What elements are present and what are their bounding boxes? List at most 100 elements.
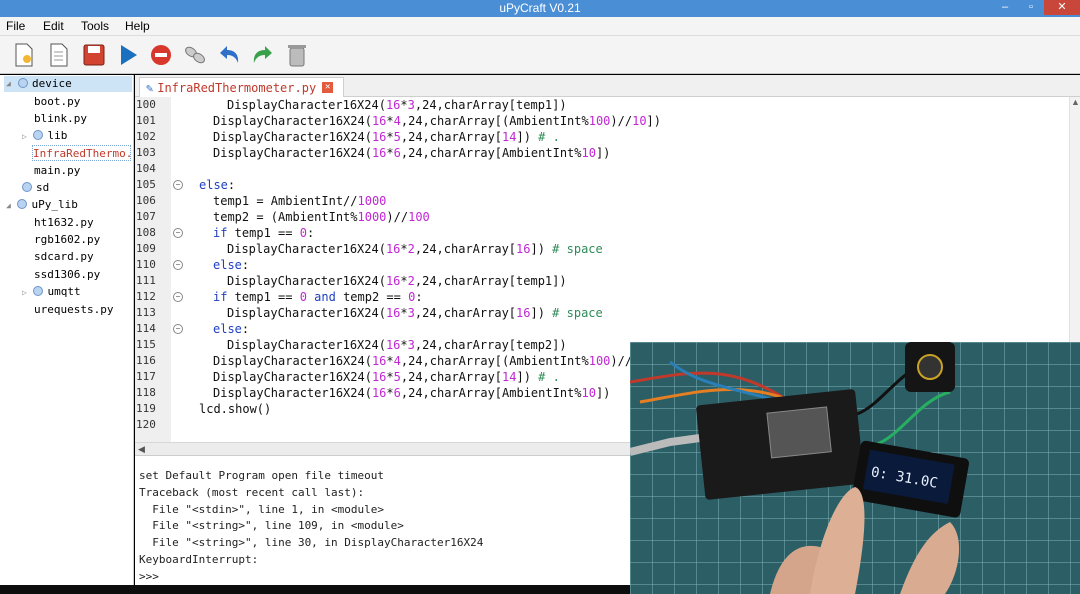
tree-item-device[interactable]: ◢ device bbox=[4, 76, 132, 92]
fold-icon[interactable]: − bbox=[173, 324, 183, 334]
scroll-up-icon[interactable]: ▲ bbox=[1071, 97, 1080, 107]
console-line: File "<string>", line 109, in <module> bbox=[139, 519, 404, 532]
python-file-icon: ✎ bbox=[146, 80, 154, 95]
folder-icon bbox=[33, 286, 44, 296]
code-line: 108− if temp1 == 0: bbox=[136, 226, 315, 240]
window-title: uPyCraft V0.21 bbox=[499, 1, 581, 15]
tab-infrared-thermometer[interactable]: ✎ InfraRedThermometer.py ✕ bbox=[139, 77, 344, 97]
maximize-button[interactable]: ▫ bbox=[1018, 0, 1044, 15]
hardware-photo: 0: 31.0C bbox=[630, 342, 1080, 594]
save-icon[interactable] bbox=[81, 42, 107, 68]
fold-icon[interactable]: − bbox=[173, 228, 183, 238]
tree-item-sdcard[interactable]: sdcard.py bbox=[34, 249, 94, 265]
line-number: 106 bbox=[136, 194, 156, 207]
new-file-icon[interactable] bbox=[11, 42, 37, 68]
folder-icon bbox=[33, 130, 44, 140]
menu-file[interactable]: File bbox=[6, 19, 25, 33]
fold-icon[interactable]: − bbox=[173, 260, 183, 270]
console-line: set Default Program open file timeout bbox=[139, 469, 385, 482]
tree-label: umqtt bbox=[47, 285, 81, 298]
minimize-button[interactable]: – bbox=[992, 0, 1018, 15]
taskbar bbox=[0, 585, 630, 594]
tree-item-sd[interactable]: sd bbox=[22, 180, 49, 196]
line-number: 112 bbox=[136, 290, 156, 303]
menu-bar: File Edit Tools Help bbox=[0, 17, 1080, 36]
line-number: 111 bbox=[136, 274, 156, 287]
editor-horizontal-scrollbar[interactable]: ◀ bbox=[135, 442, 630, 455]
tree-item-main[interactable]: main.py bbox=[34, 163, 80, 179]
line-number: 114 bbox=[136, 322, 156, 335]
code-line: 109 DisplayCharacter16X24(16*2,24,charArr… bbox=[136, 242, 603, 256]
tree-item-ssd1306[interactable]: ssd1306.py bbox=[34, 267, 100, 283]
line-number: 118 bbox=[136, 386, 156, 399]
title-bar: uPyCraft V0.21 – ▫ ✕ bbox=[0, 0, 1080, 17]
code-line: 104 bbox=[135, 161, 1080, 177]
folder-icon bbox=[18, 78, 28, 88]
menu-help[interactable]: Help bbox=[125, 19, 150, 33]
tree-item-boot[interactable]: boot.py bbox=[34, 94, 80, 110]
file-tree: ◢ device boot.py blink.py ▷ lib InfraRed… bbox=[0, 75, 134, 585]
tree-item-upy-lib[interactable]: ◢ uPy_lib bbox=[6, 197, 78, 213]
code-line: 113 DisplayCharacter16X24(16*3,24,charArr… bbox=[136, 306, 603, 320]
tree-label: device bbox=[32, 77, 72, 90]
tree-item-ht1632[interactable]: ht1632.py bbox=[34, 215, 94, 231]
video-overlay: 0: 31.0C bbox=[630, 342, 1080, 594]
console-prompt[interactable]: >>> bbox=[139, 569, 166, 585]
code-line: 112− if temp1 == 0 and temp2 == 0: bbox=[136, 290, 423, 304]
line-number: 113 bbox=[136, 306, 156, 319]
console-line: KeyboardInterrupt: bbox=[139, 553, 259, 566]
line-number: 109 bbox=[136, 242, 156, 255]
tree-item-urequests[interactable]: urequests.py bbox=[34, 302, 113, 318]
code-line: 103 DisplayCharacter16X24(16*6,24,charArr… bbox=[136, 146, 611, 160]
collapsed-arrow-icon[interactable]: ▷ bbox=[22, 132, 27, 141]
open-file-icon[interactable] bbox=[46, 42, 72, 68]
undo-icon[interactable] bbox=[216, 42, 242, 68]
fold-icon[interactable]: − bbox=[173, 292, 183, 302]
tab-bar: ✎ InfraRedThermometer.py ✕ bbox=[135, 75, 1080, 97]
line-number: 104 bbox=[136, 162, 156, 175]
code-line: 101 DisplayCharacter16X24(16*4,24,charArr… bbox=[136, 114, 661, 128]
toolbar bbox=[0, 36, 1080, 74]
code-line: 110− else: bbox=[136, 258, 250, 272]
line-number: 117 bbox=[136, 370, 156, 383]
line-number: 107 bbox=[136, 210, 156, 223]
close-window-button[interactable]: ✕ bbox=[1044, 0, 1080, 15]
repl-console[interactable]: set Default Program open file timeout Tr… bbox=[135, 455, 630, 585]
folder-icon bbox=[22, 182, 32, 192]
scroll-left-icon[interactable]: ◀ bbox=[138, 444, 145, 455]
code-line: 102 DisplayCharacter16X24(16*5,24,charArr… bbox=[136, 130, 560, 144]
code-line: 100 DisplayCharacter16X24(16*3,24,charArr… bbox=[136, 98, 567, 112]
tree-item-lib[interactable]: ▷ lib bbox=[22, 128, 67, 144]
tree-item-umqtt[interactable]: ▷ umqtt bbox=[22, 284, 81, 300]
expand-icon[interactable]: ◢ bbox=[6, 201, 11, 210]
collapsed-arrow-icon[interactable]: ▷ bbox=[22, 288, 27, 297]
line-number: 116 bbox=[136, 354, 156, 367]
code-line: 114− else: bbox=[136, 322, 250, 336]
menu-tools[interactable]: Tools bbox=[81, 19, 109, 33]
line-number: 103 bbox=[136, 146, 156, 159]
tree-item-rgb1602[interactable]: rgb1602.py bbox=[34, 232, 100, 248]
connect-icon[interactable] bbox=[182, 42, 208, 68]
tree-item-blink[interactable]: blink.py bbox=[34, 111, 87, 127]
folder-icon bbox=[17, 199, 28, 209]
close-tab-icon[interactable]: ✕ bbox=[322, 82, 334, 93]
code-line: 105− else: bbox=[136, 178, 236, 192]
code-line: 106 temp1 = AmbientInt//1000 bbox=[136, 194, 387, 208]
line-number: 102 bbox=[136, 130, 156, 143]
stop-icon[interactable] bbox=[148, 42, 174, 68]
run-icon[interactable] bbox=[115, 42, 141, 68]
menu-edit[interactable]: Edit bbox=[43, 19, 64, 33]
tree-item-infrared-thermometer[interactable]: InfraRedThermo... bbox=[32, 145, 131, 161]
line-number: 115 bbox=[136, 338, 156, 351]
console-line: File "<stdin>", line 1, in <module> bbox=[139, 503, 385, 516]
redo-icon[interactable] bbox=[250, 42, 276, 68]
delete-icon[interactable] bbox=[284, 42, 310, 68]
line-number: 108 bbox=[136, 226, 156, 239]
line-number: 119 bbox=[136, 402, 156, 415]
fold-icon[interactable]: − bbox=[173, 180, 183, 190]
tab-label: InfraRedThermometer.py bbox=[157, 80, 317, 95]
line-number: 105 bbox=[136, 178, 156, 191]
expand-icon[interactable]: ◢ bbox=[6, 76, 11, 92]
tree-label: uPy_lib bbox=[31, 198, 78, 211]
console-line: File "<string>", line 30, in DisplayChar… bbox=[139, 536, 484, 549]
